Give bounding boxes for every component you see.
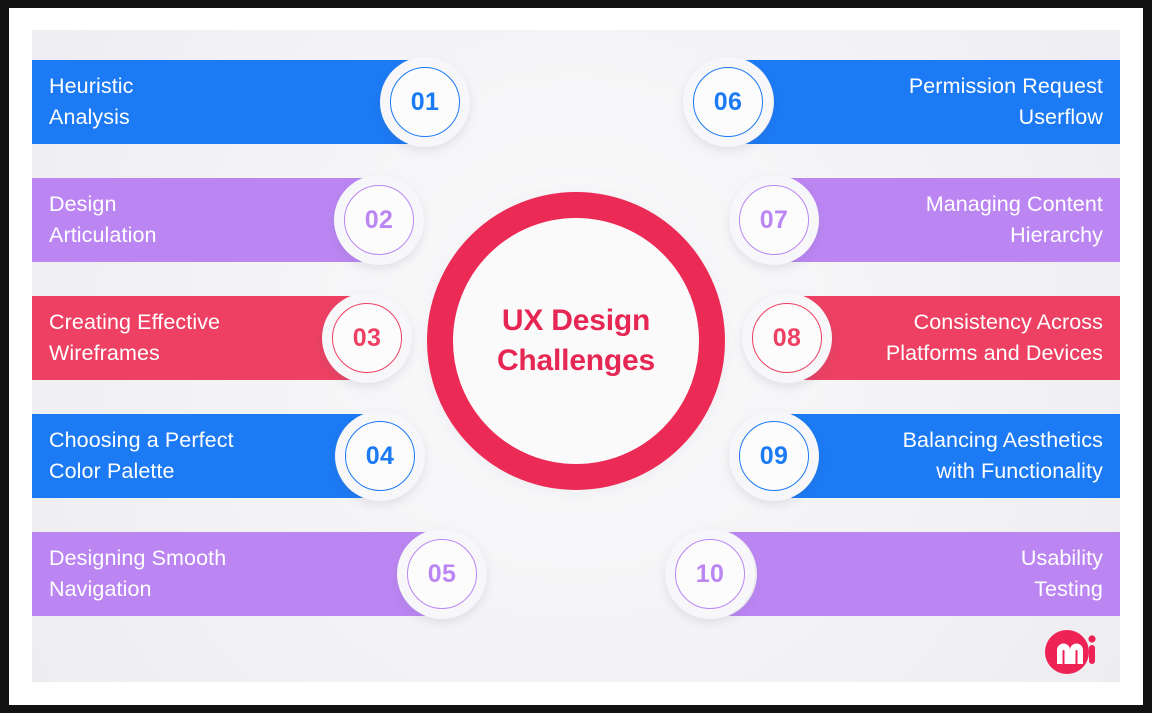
challenge-bar-04[interactable]: Choosing a Perfect Color Palette [32,414,384,498]
badge-ring-03: 03 [332,303,402,373]
number-badge-04[interactable]: 04 [335,411,425,501]
number-badge-09[interactable]: 09 [729,411,819,501]
number-badge-10[interactable]: 10 [665,529,755,619]
badge-number-04: 04 [365,441,395,470]
badge-number-06: 06 [713,87,743,116]
badge-number-02: 02 [364,205,394,234]
challenge-label-01: Heuristic Analysis [49,74,134,129]
challenge-bar-07[interactable]: Managing Content Hierarchy [772,178,1120,262]
challenge-label-08: Consistency Across Platforms and Devices [885,310,1103,365]
badge-number-07: 07 [759,205,789,234]
badge-ring-01: 01 [390,67,460,137]
badge-number-09: 09 [759,441,789,470]
logo-i-stem [1089,645,1095,664]
infographic-canvas: Heuristic Analysis 01 Permission Request… [9,8,1143,705]
badge-ring-04: 04 [345,421,415,491]
challenge-bar-02[interactable]: Design Articulation [32,178,384,262]
challenge-label-06: Permission Request Userflow [908,74,1103,129]
challenge-label-03: Creating Effective Wireframes [49,310,221,365]
logo-i-dot [1088,635,1096,643]
badge-ring-08: 08 [752,303,822,373]
badge-ring-07: 07 [739,185,809,255]
challenge-label-04: Choosing a Perfect Color Palette [49,428,234,483]
badge-ring-05: 05 [407,539,477,609]
challenge-bar-05[interactable]: Designing Smooth Navigation [32,532,444,616]
outer-frame: Heuristic Analysis 01 Permission Request… [0,0,1152,713]
challenge-bar-10[interactable]: Usability Testing [712,532,1120,616]
challenge-label-09: Balancing Aesthetics with Functionality [902,428,1103,483]
challenge-bar-06[interactable]: Permission Request Userflow [729,60,1120,144]
number-badge-01[interactable]: 01 [380,57,470,147]
challenge-bar-09[interactable]: Balancing Aesthetics with Functionality [772,414,1120,498]
number-badge-06[interactable]: 06 [683,57,773,147]
number-badge-02[interactable]: 02 [334,175,424,265]
number-badge-07[interactable]: 07 [729,175,819,265]
mi-logo[interactable] [1040,626,1102,678]
challenge-bar-03[interactable]: Creating Effective Wireframes [32,296,372,380]
challenge-row: Heuristic Analysis 01 Permission Request… [32,57,1120,147]
challenge-row: Designing Smooth Navigation 05 Usability… [32,529,1120,619]
challenge-label-10: Usability Testing [1020,546,1103,601]
badge-ring-06: 06 [693,67,763,137]
number-badge-05[interactable]: 05 [397,529,487,619]
challenge-label-07: Managing Content Hierarchy [925,192,1103,247]
number-badge-03[interactable]: 03 [322,293,412,383]
challenge-bar-01[interactable]: Heuristic Analysis [32,60,427,144]
badge-number-01: 01 [410,87,440,116]
number-badge-08[interactable]: 08 [742,293,832,383]
badge-number-08: 08 [772,323,802,352]
challenge-label-05: Designing Smooth Navigation [49,546,227,601]
badge-number-03: 03 [352,323,382,352]
badge-number-05: 05 [427,559,457,588]
infographic-board: Heuristic Analysis 01 Permission Request… [32,30,1120,682]
badge-ring-10: 10 [675,539,745,609]
challenge-bar-08[interactable]: Consistency Across Platforms and Devices [784,296,1120,380]
badge-ring-02: 02 [344,185,414,255]
challenge-label-02: Design Articulation [49,192,157,247]
badge-number-10: 10 [695,559,725,588]
badge-ring-09: 09 [739,421,809,491]
center-title: UX Design Challenges [496,303,656,377]
center-ring: UX Design Challenges [427,192,725,490]
